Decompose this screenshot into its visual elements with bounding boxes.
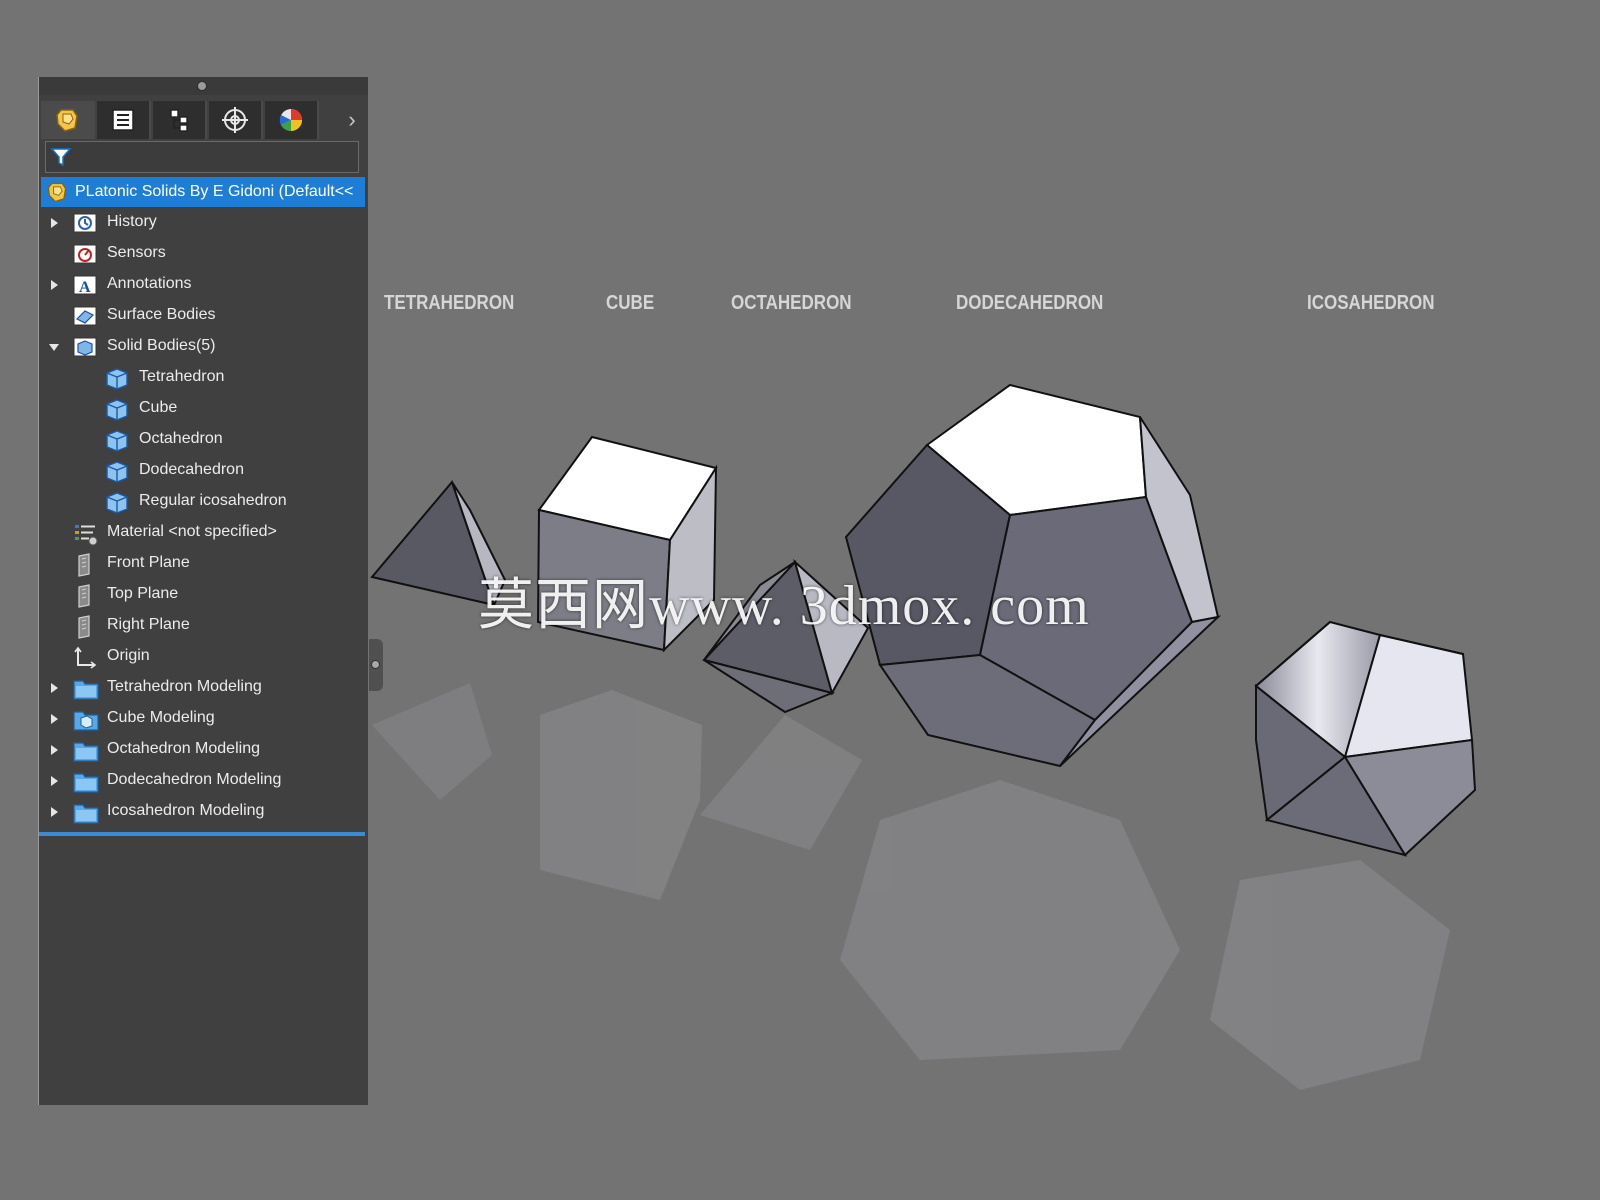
watermark-text: 莫西网www. 3dmox. com xyxy=(478,575,1090,637)
icosahedron-solid[interactable] xyxy=(1254,620,1477,857)
